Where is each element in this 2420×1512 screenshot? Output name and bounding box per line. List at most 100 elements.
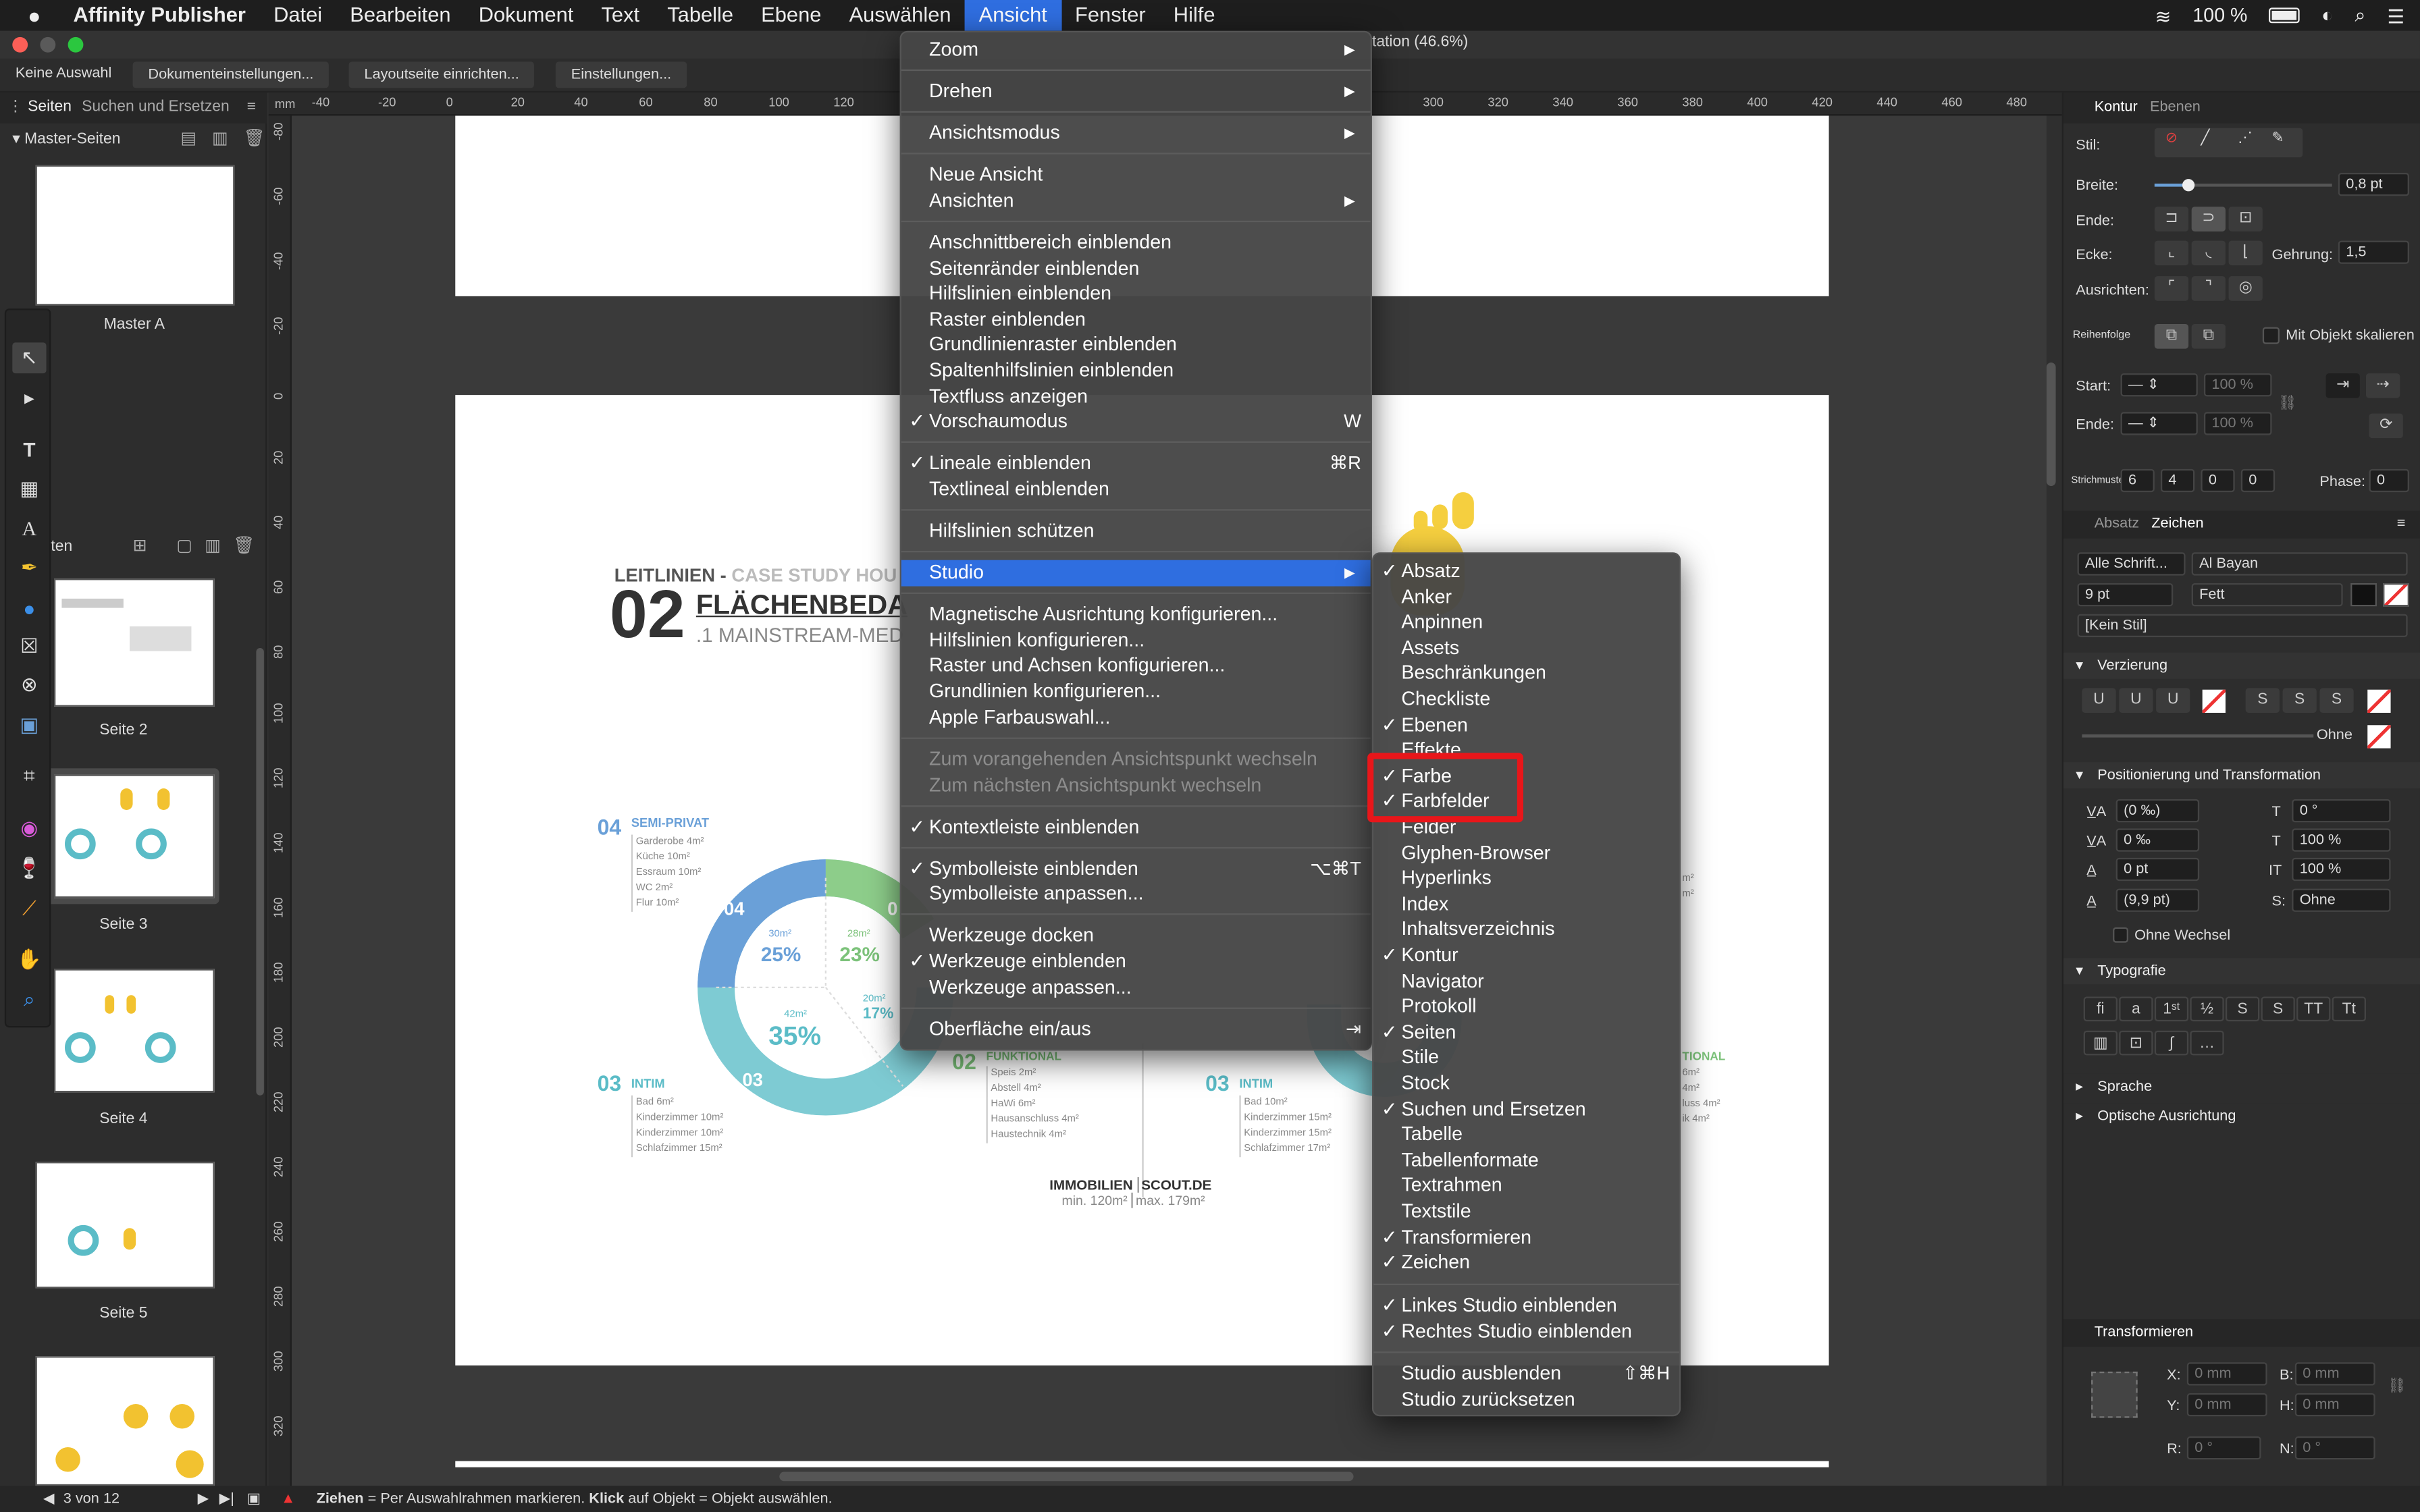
- studio-item-glyphen-browser[interactable]: Glyphen-Browser: [1373, 840, 1679, 866]
- strike-color-button[interactable]: S: [2319, 688, 2354, 713]
- strike-color-swatch[interactable]: [2367, 689, 2391, 713]
- lock-aspect-icon[interactable]: ⛓: [2388, 1378, 2406, 1395]
- breite-slider[interactable]: [2154, 179, 2332, 192]
- studio-item-inhaltsverzeichnis[interactable]: Inhaltsverzeichnis: [1373, 917, 1679, 943]
- studio-item-assets[interactable]: Assets: [1373, 635, 1679, 661]
- brush-line-icon[interactable]: ✎: [2272, 130, 2284, 146]
- fill-tool-icon[interactable]: ◉: [12, 813, 46, 844]
- menu-item-anschnittbereich-einblenden[interactable]: Anschnittbereich einblenden: [901, 230, 1371, 256]
- cap-round-button[interactable]: ⊃: [2191, 207, 2226, 232]
- menu-item-textlineal-einblenden[interactable]: Textlineal einblenden: [901, 477, 1371, 502]
- studio-item-absatz[interactable]: ✓ Absatz: [1373, 558, 1679, 584]
- zoom-window-button[interactable]: [68, 36, 84, 53]
- menu-item-lineale-einblenden[interactable]: ✓ Lineale einblenden ⌘R: [901, 450, 1371, 476]
- menu-item-magnetische-ausrichtung-konfigurieren[interactable]: Magnetische Ausrichtung konfigurieren...: [901, 601, 1371, 627]
- picture-frame-tool-icon[interactable]: ☒: [12, 631, 46, 662]
- tab-zeichen[interactable]: Zeichen: [2151, 515, 2203, 532]
- crop-tool-icon[interactable]: ⌗: [12, 761, 46, 792]
- studio-item-stock[interactable]: Stock: [1373, 1071, 1679, 1096]
- menu-item-apple-farbauswahl[interactable]: Apple Farbauswahl...: [901, 705, 1371, 731]
- studio-item-protokoll[interactable]: Protokoll: [1373, 994, 1679, 1019]
- menu-item-neue-ansicht[interactable]: Neue Ansicht: [901, 162, 1371, 188]
- menu-item-seitenraender-einblenden[interactable]: Seitenränder einblenden: [901, 256, 1371, 281]
- prev-page-button[interactable]: ◀: [43, 1486, 55, 1512]
- studio-item-checkliste[interactable]: Checkliste: [1373, 686, 1679, 712]
- menu-datei[interactable]: Datei: [260, 0, 336, 31]
- last-page-button[interactable]: ▶|: [219, 1486, 234, 1512]
- font-size-input[interactable]: 9 pt: [2077, 583, 2174, 607]
- menu-item-zoom[interactable]: Zoom ▶: [901, 37, 1371, 63]
- studio-item-rechtes-studio-einblenden[interactable]: ✓ Rechtes Studio einblenden: [1373, 1319, 1679, 1345]
- menu-item-kontextleiste-einblenden[interactable]: ✓ Kontextleiste einblenden: [901, 815, 1371, 840]
- font-weight-select[interactable]: Fett: [2191, 583, 2343, 607]
- swap-arrow-right-button[interactable]: ⇢: [2365, 373, 2400, 398]
- horizontal-scrollbar[interactable]: [779, 1472, 1354, 1482]
- join-miter-button[interactable]: ⌞: [2154, 240, 2189, 266]
- menu-item-symbolleiste-einblenden[interactable]: ✓ Symbolleiste einblenden ⌥⌘T: [901, 857, 1371, 882]
- menu-text[interactable]: Text: [587, 0, 654, 31]
- pen-tool-icon[interactable]: ✒: [12, 552, 46, 583]
- studio-item-tabelle[interactable]: Tabelle: [1373, 1122, 1679, 1148]
- sprache-section[interactable]: ▸ Sprache: [2063, 1073, 2420, 1100]
- tab-suchen-und-ersetzen[interactable]: Suchen und Ersetzen: [82, 99, 230, 115]
- menu-item-werkzeuge-anpassen[interactable]: Werkzeuge anpassen...: [901, 975, 1371, 1001]
- menu-hilfe[interactable]: Hilfe: [1159, 0, 1229, 31]
- typography-option-button[interactable]: S: [2261, 996, 2295, 1022]
- typography-option-button[interactable]: fi: [2083, 996, 2118, 1022]
- kerning-input[interactable]: (0 ‰): [2115, 799, 2200, 823]
- dash-line-icon[interactable]: ⋰: [2238, 130, 2253, 146]
- swap-arrows-button[interactable]: ⟳: [2369, 413, 2403, 439]
- vertical-ruler[interactable]: -80 -60 -40 -20 0 20 40 60 80 100 120 140 160 180 200 2…: [268, 115, 292, 1486]
- align-center-button[interactable]: ⌝: [2191, 276, 2226, 301]
- typography-option-button[interactable]: ½: [2190, 996, 2224, 1022]
- skew-input[interactable]: 0 °: [2292, 799, 2391, 823]
- character-style-select[interactable]: [Kein Stil]: [2077, 614, 2408, 637]
- settings-button[interactable]: Einstellungen...: [555, 61, 687, 88]
- menu-tabelle[interactable]: Tabelle: [654, 0, 747, 31]
- rotation-input[interactable]: 0 °: [2186, 1436, 2261, 1460]
- studio-item-beschraenkungen[interactable]: Beschränkungen: [1373, 661, 1679, 686]
- swap-arrow-left-button[interactable]: ⇥: [2325, 373, 2360, 398]
- menu-auswaehlen[interactable]: Auswählen: [835, 0, 965, 31]
- decoration-swatch[interactable]: [2367, 725, 2391, 749]
- shape-tool-icon[interactable]: ●: [12, 593, 46, 624]
- master-a-thumbnail[interactable]: [35, 165, 235, 306]
- page-setup-button[interactable]: Layoutseite einrichten...: [348, 61, 535, 88]
- minimize-window-button[interactable]: [40, 36, 56, 53]
- menu-fenster[interactable]: Fenster: [1061, 0, 1159, 31]
- zoom-tool-icon[interactable]: ⌕: [12, 984, 46, 1015]
- tab-absatz[interactable]: Absatz: [2095, 515, 2139, 532]
- phase-input[interactable]: 0: [2369, 468, 2409, 493]
- studio-item-linkes-studio-einblenden[interactable]: ✓ Linkes Studio einblenden: [1373, 1293, 1679, 1318]
- join-bevel-button[interactable]: ⌊: [2228, 240, 2263, 266]
- menu-item-studio[interactable]: Studio ▶: [901, 560, 1371, 586]
- alert-icon[interactable]: ▲: [281, 1486, 295, 1512]
- vscale-input[interactable]: 100 %: [2292, 857, 2391, 882]
- studio-item-textstile[interactable]: Textstile: [1373, 1199, 1679, 1224]
- panel-menu-icon-2[interactable]: ≡: [2397, 515, 2406, 532]
- link-scale-icon[interactable]: ⛓: [2278, 395, 2297, 412]
- tracking-input[interactable]: 0 ‰: [2115, 828, 2200, 852]
- menu-item-werkzeuge-docken[interactable]: Werkzeuge docken: [901, 923, 1371, 948]
- dash-3-input[interactable]: 0: [2201, 468, 2235, 493]
- text-frame-tool-icon[interactable]: T: [12, 433, 46, 464]
- start-scale-input[interactable]: 100 %: [2203, 373, 2272, 397]
- menu-item-grundlinienraster-einblenden[interactable]: Grundlinienraster einblenden: [901, 331, 1371, 357]
- document-settings-button[interactable]: Dokumenteinstellungen...: [132, 61, 330, 88]
- control-center-icon[interactable]: ☰: [2387, 4, 2404, 27]
- join-round-button[interactable]: ◟: [2191, 240, 2226, 266]
- solid-line-icon[interactable]: ╱: [2201, 130, 2209, 146]
- caps-select[interactable]: Ohne: [2292, 888, 2391, 912]
- align-outside-button[interactable]: ◎: [2228, 276, 2263, 301]
- battery-icon[interactable]: [2269, 7, 2300, 24]
- studio-item-zeichen[interactable]: ✓ Zeichen: [1373, 1250, 1679, 1276]
- menu-item-symbolleiste-anpassen[interactable]: Symbolleiste anpassen...: [901, 881, 1371, 907]
- menu-item-oberflaeche-ein-aus[interactable]: Oberfläche ein/aus ⇥: [901, 1017, 1371, 1042]
- studio-item-textrahmen[interactable]: Textrahmen: [1373, 1173, 1679, 1199]
- search-icon[interactable]: ⌕: [2355, 4, 2365, 27]
- menu-item-ansichten[interactable]: Ansichten ▶: [901, 188, 1371, 214]
- typography-option-button[interactable]: 1ˢᵗ: [2154, 996, 2189, 1022]
- menu-ansicht[interactable]: Ansicht: [965, 0, 1061, 31]
- place-image-tool-icon[interactable]: ▣: [12, 709, 46, 740]
- tab-ebenen[interactable]: Ebenen: [2150, 99, 2201, 115]
